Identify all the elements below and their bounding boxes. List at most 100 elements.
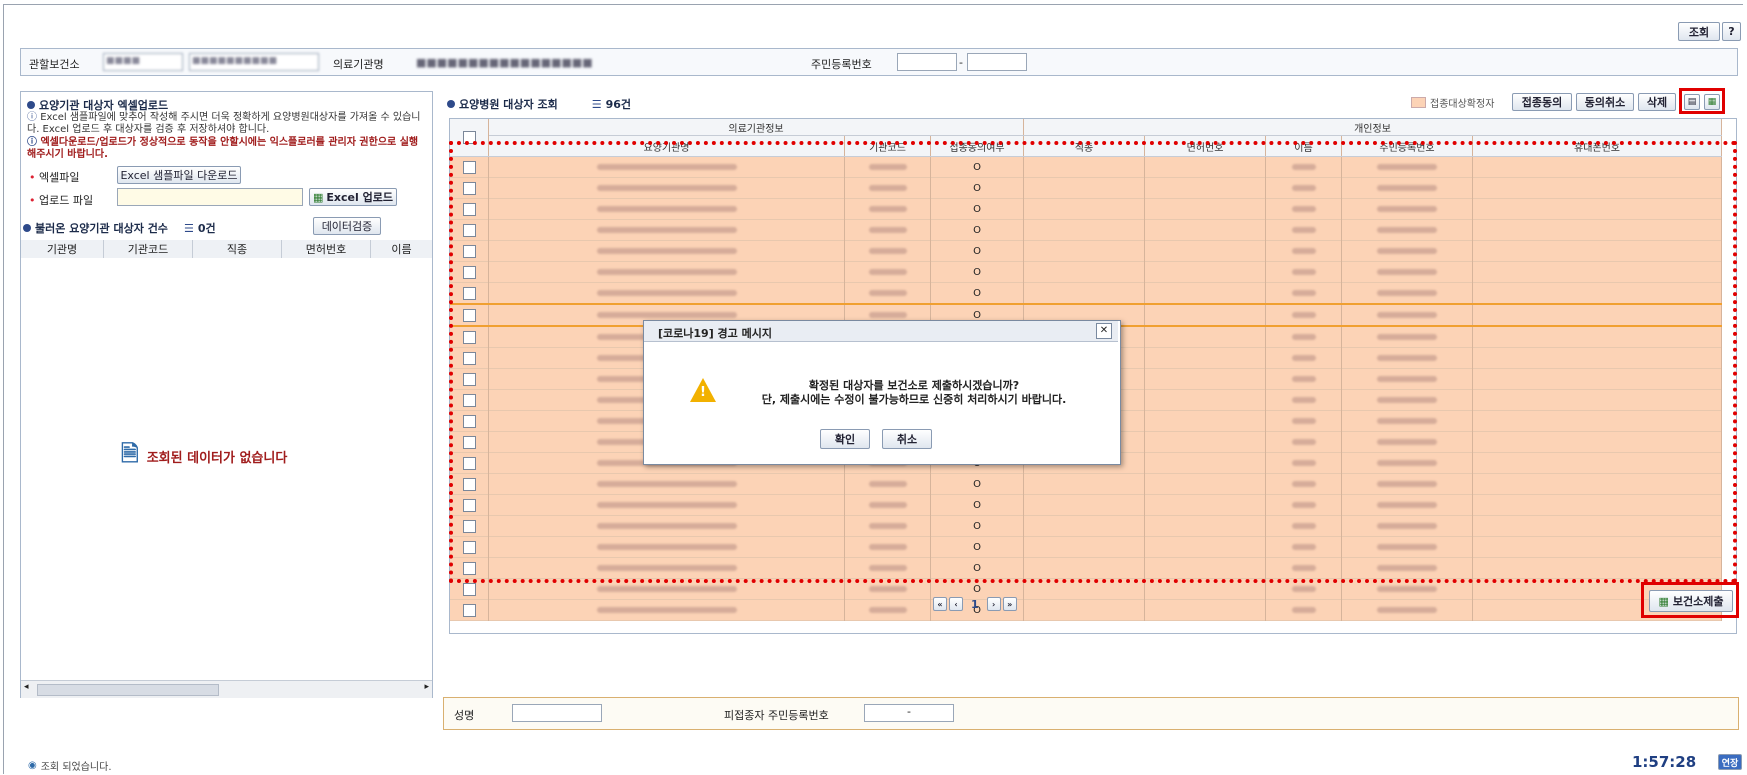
- excel-file-label-text: 엑셀파일: [39, 171, 80, 184]
- dialog-message-line1: 확정된 대상자를 보건소로 제출하시겠습니까?: [808, 379, 1020, 392]
- scroll-thumb[interactable]: [37, 684, 219, 696]
- bottom-rrn-input[interactable]: -: [864, 704, 954, 722]
- horizontal-scrollbar[interactable]: ◂ ▸: [21, 680, 432, 698]
- upload-info-2-text: 엑셀다운로드/업로드가 정상적으로 동작을 안할시에는 익스플로러를 관리자 권…: [27, 137, 419, 160]
- current-page[interactable]: 1: [971, 598, 979, 611]
- table-row[interactable]: O: [450, 599, 1722, 621]
- extend-session-button[interactable]: 연장: [1718, 754, 1742, 770]
- dialog-titlebar: [코로나19] 경고 메시지 ✕: [644, 321, 1118, 342]
- dialog-message-line2: 단, 제출시에는 수정이 불가능하므로 신중히 처리하시기 바랍니다.: [761, 393, 1067, 406]
- cell-hospital-code: [844, 599, 931, 621]
- loaded-title-text: 불러온 요양기관 대상자 건수: [35, 222, 168, 235]
- bullet-icon: [447, 100, 455, 108]
- main-count: 96건: [605, 98, 632, 111]
- dialog-title: [코로나19] 경고 메시지: [658, 327, 772, 340]
- scroll-right-icon[interactable]: ▸: [424, 682, 429, 692]
- list-icon: ☰: [183, 221, 194, 235]
- name-input[interactable]: [512, 704, 602, 722]
- row-select: [450, 599, 489, 621]
- dialog-message: 확정된 대상자를 보건소로 제출하시겠습니까? 단, 제출시에는 수정이 불가능…: [724, 379, 1104, 407]
- upload-info-2: ⓘ 엑셀다운로드/업로드가 정상적으로 동작을 안할시에는 익스플로러를 관리자…: [27, 137, 419, 160]
- prev-page-icon[interactable]: ‹: [949, 597, 963, 611]
- bottom-bar: 성명 피접종자 주민등록번호 -: [443, 697, 1739, 730]
- warning-dialog: [코로나19] 경고 메시지 ✕ ! 확정된 대상자를 보건소로 제출하시겠습니…: [643, 320, 1121, 465]
- agree-button[interactable]: 접종동의: [1512, 93, 1572, 111]
- status-icon: ◉: [28, 760, 37, 771]
- excel-upload-label: Excel 업로드: [326, 191, 393, 204]
- cell-job-type: [1023, 599, 1145, 621]
- list-icon: ☰: [591, 97, 602, 111]
- upload-info-1: ⓘ Excel 샘플파일에 맞추어 작성해 주시면 더욱 정확하게 요양병원대상…: [27, 112, 421, 135]
- cell-person-name: [1265, 599, 1342, 621]
- top-border: [3, 4, 1743, 5]
- col-code: 기관코드: [103, 240, 193, 258]
- cell-hospital-name: [488, 599, 845, 621]
- scroll-left-icon[interactable]: ◂: [24, 682, 29, 692]
- consent-mark: O: [973, 583, 981, 595]
- cancel-agree-button[interactable]: 동의취소: [1576, 93, 1634, 111]
- highlight-submit-button: [1641, 582, 1739, 618]
- center-select-2[interactable]: ■■■■■■■■■■: [189, 53, 319, 71]
- row-checkbox[interactable]: [462, 582, 476, 596]
- upload-file-input[interactable]: [117, 188, 303, 206]
- rrn-back-input[interactable]: [967, 53, 1027, 71]
- empty-message-text: 조회된 데이터가 없습니다: [146, 450, 288, 466]
- help-button[interactable]: ?: [1722, 22, 1741, 41]
- upload-file-label: • 업로드 파일: [29, 194, 94, 207]
- group-institution-info: 의료기관정보: [488, 119, 1024, 136]
- center-select-1[interactable]: ■■■■: [103, 53, 183, 71]
- legend: 접종대상확정자: [1411, 95, 1494, 110]
- excel-file-label: • 엑셀파일: [29, 171, 80, 184]
- left-panel: 요양기관 대상자 엑셀업로드 ⓘ Excel 샘플파일에 맞추어 작성해 주시면…: [20, 91, 433, 698]
- pagination: « ‹ 1 › »: [933, 597, 1017, 611]
- upload-section-title: 요양기관 대상자 엑셀업로드: [27, 97, 168, 113]
- bullet-icon: [27, 101, 35, 109]
- delete-button[interactable]: 삭제: [1638, 93, 1676, 111]
- cell-rrn: [1341, 599, 1473, 621]
- name-label: 성명: [454, 709, 475, 722]
- col-job: 직종: [192, 240, 282, 258]
- first-page-icon[interactable]: «: [933, 597, 947, 611]
- main-title-text: 요양병원 대상자 조회: [459, 98, 558, 111]
- main-section-title: 요양병원 대상자 조회 ☰ 96건: [447, 96, 631, 112]
- legend-label: 접종대상확정자: [1430, 99, 1495, 110]
- loaded-table-header: 기관명 기관코드 직종 면허번호 이름: [21, 240, 432, 258]
- col-license: 면허번호: [281, 240, 371, 258]
- group-personal-info: 개인정보: [1023, 119, 1722, 136]
- institution-name: ■■■■■■■■■■■■■■■■■: [416, 56, 593, 69]
- next-page-icon[interactable]: ›: [986, 597, 1001, 611]
- rrn-label: 주민등록번호: [811, 58, 872, 71]
- left-border: [3, 4, 4, 774]
- session-clock: 1:57:28: [1632, 753, 1697, 771]
- search-button[interactable]: 조회: [1678, 22, 1720, 41]
- verify-button[interactable]: 데이터검증: [313, 217, 381, 235]
- legend-swatch: [1411, 97, 1426, 108]
- institution-label: 의료기관명: [333, 58, 384, 71]
- bottom-rrn-label: 피접종자 주민등록번호: [724, 709, 829, 722]
- cell-license-no: [1144, 599, 1266, 621]
- dialog-close-icon[interactable]: ✕: [1096, 323, 1112, 339]
- highlight-export-icons: [1679, 88, 1725, 114]
- dialog-ok-button[interactable]: 확인: [820, 429, 870, 449]
- excel-upload-button[interactable]: ▦ Excel 업로드: [309, 188, 397, 206]
- excel-icon: ▦: [313, 190, 324, 204]
- document-search-icon: 🗎: [121, 442, 139, 467]
- last-page-icon[interactable]: »: [1002, 597, 1017, 611]
- rrn-separator: -: [959, 56, 963, 69]
- col-name: 이름: [391, 243, 412, 256]
- rrn-front-input[interactable]: [897, 53, 957, 71]
- upload-file-label-text: 업로드 파일: [39, 194, 94, 207]
- sample-download-button[interactable]: Excel 샘플파일 다운로드: [117, 166, 241, 184]
- upload-info-1-text: Excel 샘플파일에 맞추어 작성해 주시면 더욱 정확하게 요양병원대상자를…: [27, 112, 421, 135]
- status-text: 조회 되었습니다.: [40, 762, 112, 773]
- filter-bar: 관할보건소 ■■■■ ■■■■■■■■■■ 의료기관명 ■■■■■■■■■■■■…: [20, 48, 1738, 76]
- dialog-cancel-button[interactable]: 취소: [882, 429, 932, 449]
- warning-icon-mark: !: [700, 385, 706, 400]
- col-institution: 기관명: [21, 240, 104, 258]
- status-message: ◉ 조회 되었습니다.: [28, 758, 112, 773]
- center-label: 관할보건소: [29, 58, 80, 71]
- loaded-section-title: 불러온 요양기관 대상자 건수 ☰ 0건: [23, 220, 216, 236]
- loaded-count: 0건: [197, 222, 216, 235]
- row-checkbox[interactable]: [462, 603, 476, 617]
- bullet-icon: [23, 224, 31, 232]
